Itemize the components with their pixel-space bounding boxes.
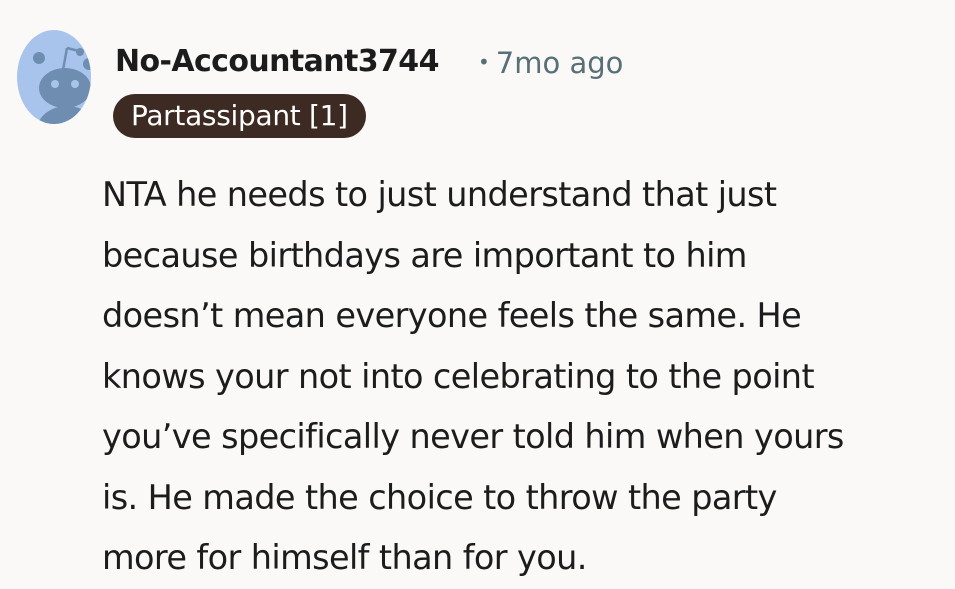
- comment-body-line: you’ve specifically never told him when …: [102, 417, 844, 456]
- comment-body-line: because birthdays are important to him: [102, 235, 747, 275]
- comment-body: NTA he needs to just understand that jus…: [102, 165, 947, 589]
- comment: No-Accountant3744 • 7mo ago Partassipant …: [0, 0, 955, 587]
- username-link[interactable]: No-Accountant3744: [115, 42, 439, 82]
- user-avatar[interactable]: [17, 30, 91, 124]
- user-flair: Partassipant [1]: [113, 94, 366, 138]
- comment-body-line: is. He made the choice to throw the part…: [102, 477, 777, 517]
- comment-body-line: doesn’t mean everyone feels the same. He: [102, 296, 802, 335]
- comment-body-line: knows your not into celebrating to the p…: [102, 356, 815, 396]
- comment-body-line: NTA he needs to just understand that jus…: [102, 175, 777, 214]
- comment-meta: • 7mo ago: [478, 42, 623, 83]
- meta-separator: •: [478, 50, 490, 74]
- comment-body-line: more for himself than for you.: [102, 538, 587, 577]
- timestamp[interactable]: 7mo ago: [496, 46, 624, 80]
- reddit-snoo-avatar-icon: [17, 30, 91, 124]
